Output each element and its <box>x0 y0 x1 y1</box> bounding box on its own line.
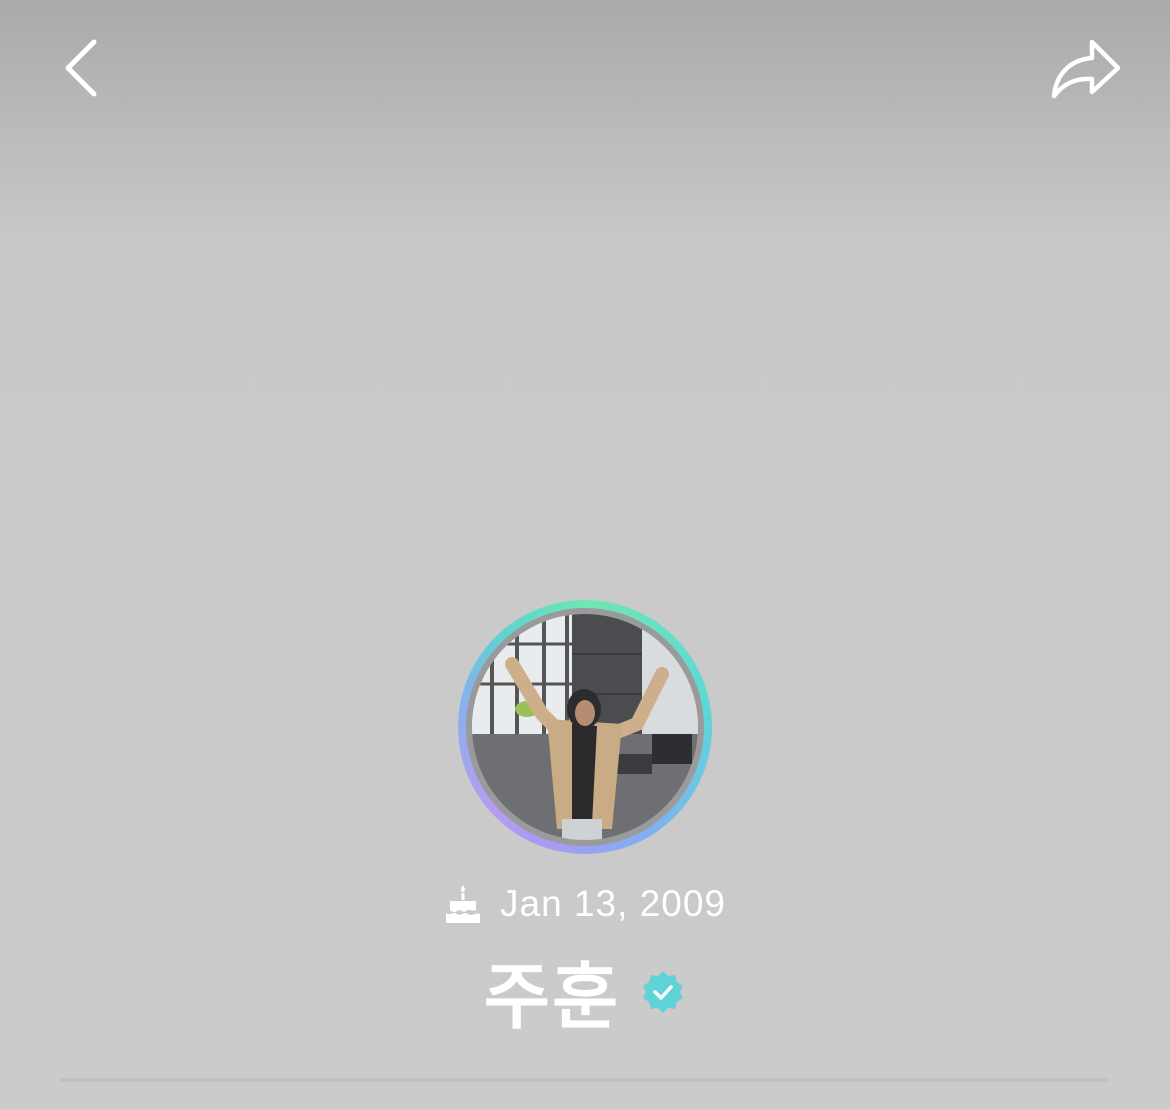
verified-badge-icon <box>643 971 684 1013</box>
birthday-row: Jan 13, 2009 <box>0 876 1170 932</box>
avatar-border <box>466 608 704 846</box>
birthday-date: Jan 13, 2009 <box>500 883 726 924</box>
top-bar <box>0 0 1170 140</box>
share-arrow-icon <box>1051 39 1121 99</box>
avatar[interactable] <box>458 600 712 854</box>
cake-icon <box>446 885 481 923</box>
profile-name: 주훈 <box>483 954 621 1039</box>
chevron-left-icon <box>65 39 97 97</box>
share-button[interactable] <box>1048 36 1124 102</box>
name-row: 주훈 <box>0 940 1170 1040</box>
back-button[interactable] <box>58 36 106 100</box>
avatar-photo <box>472 614 698 840</box>
divider <box>60 1078 1110 1082</box>
